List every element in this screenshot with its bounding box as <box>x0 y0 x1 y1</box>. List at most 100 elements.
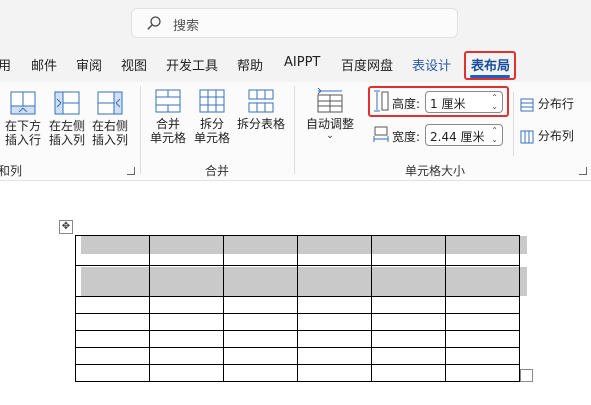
search-box[interactable]: 搜索 <box>131 8 458 38</box>
tab-developer[interactable]: 开发工具 <box>166 55 218 74</box>
table-cell[interactable] <box>149 313 224 331</box>
tab-reference[interactable]: 用 <box>0 55 11 74</box>
table-cell[interactable] <box>223 330 298 348</box>
search-icon <box>147 16 161 30</box>
table-cell[interactable] <box>75 235 150 266</box>
table-cell[interactable] <box>149 265 224 297</box>
table-row <box>75 330 520 348</box>
search-placeholder: 搜索 <box>173 19 200 34</box>
table-cell[interactable] <box>223 265 298 297</box>
table-cell[interactable] <box>75 296 150 314</box>
table-cell[interactable] <box>149 296 224 314</box>
table-cell[interactable] <box>297 296 372 314</box>
width-spinner-icon[interactable]: ⌃ ⌄ <box>491 126 498 144</box>
table-cell[interactable] <box>223 364 298 382</box>
table-cell[interactable] <box>445 347 520 365</box>
table-cell[interactable] <box>149 364 224 382</box>
split-cells-icon <box>199 89 225 113</box>
table-row <box>75 296 520 314</box>
table-cell[interactable] <box>445 265 520 297</box>
merge-cells-line1: 合并 <box>155 117 180 131</box>
table-cell[interactable] <box>297 364 372 382</box>
insert-left-button[interactable]: 在左侧 插入列 <box>46 90 88 147</box>
table-cell[interactable] <box>223 296 298 314</box>
tab-view[interactable]: 视图 <box>121 55 147 74</box>
table-cell[interactable] <box>223 313 298 331</box>
table-cell[interactable] <box>149 330 224 348</box>
table-cell[interactable] <box>371 313 446 331</box>
table-cell[interactable] <box>297 347 372 365</box>
table-row <box>75 313 520 331</box>
column-width-input[interactable]: 2.44 厘米 ⌃ ⌄ <box>425 124 503 146</box>
column-width-value: 2.44 厘米 <box>430 130 485 144</box>
table-cell[interactable] <box>371 296 446 314</box>
merge-group-label: 合并 <box>205 164 230 178</box>
table-cell[interactable] <box>149 347 224 365</box>
insert-column-right-icon <box>97 91 123 115</box>
title-bar: 搜索 <box>0 0 591 46</box>
table-resize-handle-icon[interactable] <box>520 369 533 382</box>
insert-left-line2: 插入列 <box>48 133 85 147</box>
insert-below-line2: 插入行 <box>4 133 41 147</box>
table-cell[interactable] <box>75 330 150 348</box>
rows-columns-group-label: 和列 <box>0 164 23 178</box>
table-cell[interactable] <box>445 364 520 382</box>
table-move-handle-icon[interactable]: ✥ <box>59 220 73 234</box>
table-cell[interactable] <box>445 235 520 266</box>
distribute-rows-button[interactable]: 分布行 <box>520 95 574 112</box>
table-cell[interactable] <box>297 235 372 266</box>
tab-review[interactable]: 审阅 <box>76 55 102 74</box>
distribute-columns-button[interactable]: 分布列 <box>520 127 574 144</box>
table-cell[interactable] <box>223 235 298 266</box>
merge-cells-icon <box>155 89 181 113</box>
autofit-label: 自动调整 <box>305 117 354 131</box>
table-row <box>75 235 520 266</box>
document-table[interactable] <box>75 235 520 382</box>
distribute-rows-icon <box>520 98 534 111</box>
split-table-button[interactable]: 拆分表格 <box>235 88 287 131</box>
table-cell[interactable] <box>445 330 520 348</box>
table-cell[interactable] <box>371 330 446 348</box>
cell-size-launcher-icon[interactable] <box>579 167 587 175</box>
tab-help[interactable]: 帮助 <box>237 55 263 74</box>
table-cell[interactable] <box>297 265 372 297</box>
insert-right-button[interactable]: 在右侧 插入列 <box>89 90 131 147</box>
table-row <box>75 364 520 382</box>
table-cell[interactable] <box>445 313 520 331</box>
tab-mailings[interactable]: 邮件 <box>31 55 57 74</box>
split-table-icon <box>248 89 274 113</box>
tab-baidu-netdisk[interactable]: 百度网盘 <box>341 55 393 74</box>
insert-below-line1: 在下方 <box>4 119 41 133</box>
table-cell[interactable] <box>371 235 446 266</box>
cell-size-group-label: 单元格大小 <box>405 164 466 178</box>
insert-left-line1: 在左侧 <box>48 119 85 133</box>
insert-row-below-icon <box>10 91 36 115</box>
split-cells-button[interactable]: 拆分 单元格 <box>192 88 232 145</box>
table-layout-highlight-box <box>464 51 516 80</box>
column-width-icon <box>373 126 389 142</box>
chevron-down-icon: ⌄ <box>326 131 334 141</box>
merge-cells-button[interactable]: 合并 单元格 <box>148 88 188 145</box>
tab-table-design[interactable]: 表设计 <box>412 55 451 74</box>
table-cell[interactable] <box>75 265 150 297</box>
group-separator <box>140 86 141 174</box>
table-cell[interactable] <box>223 347 298 365</box>
table-cell[interactable] <box>75 364 150 382</box>
table-cell[interactable] <box>297 313 372 331</box>
rows-columns-launcher-icon[interactable] <box>127 167 135 175</box>
table-cell[interactable] <box>445 296 520 314</box>
distribute-columns-label: 分布列 <box>537 129 574 143</box>
table-cell[interactable] <box>75 313 150 331</box>
table-cell[interactable] <box>371 364 446 382</box>
table-cell[interactable] <box>371 265 446 297</box>
autofit-icon <box>317 88 343 113</box>
tab-aippt[interactable]: AIPPT <box>284 55 320 70</box>
autofit-button[interactable]: 自动调整 ⌄ <box>302 88 358 141</box>
insert-below-button[interactable]: 在下方 插入行 <box>2 90 44 147</box>
table-cell[interactable] <box>149 235 224 266</box>
insert-right-line1: 在右侧 <box>91 119 128 133</box>
table-cell[interactable] <box>297 330 372 348</box>
table-cell[interactable] <box>75 347 150 365</box>
table-cell[interactable] <box>371 347 446 365</box>
insert-column-left-icon <box>54 91 80 115</box>
